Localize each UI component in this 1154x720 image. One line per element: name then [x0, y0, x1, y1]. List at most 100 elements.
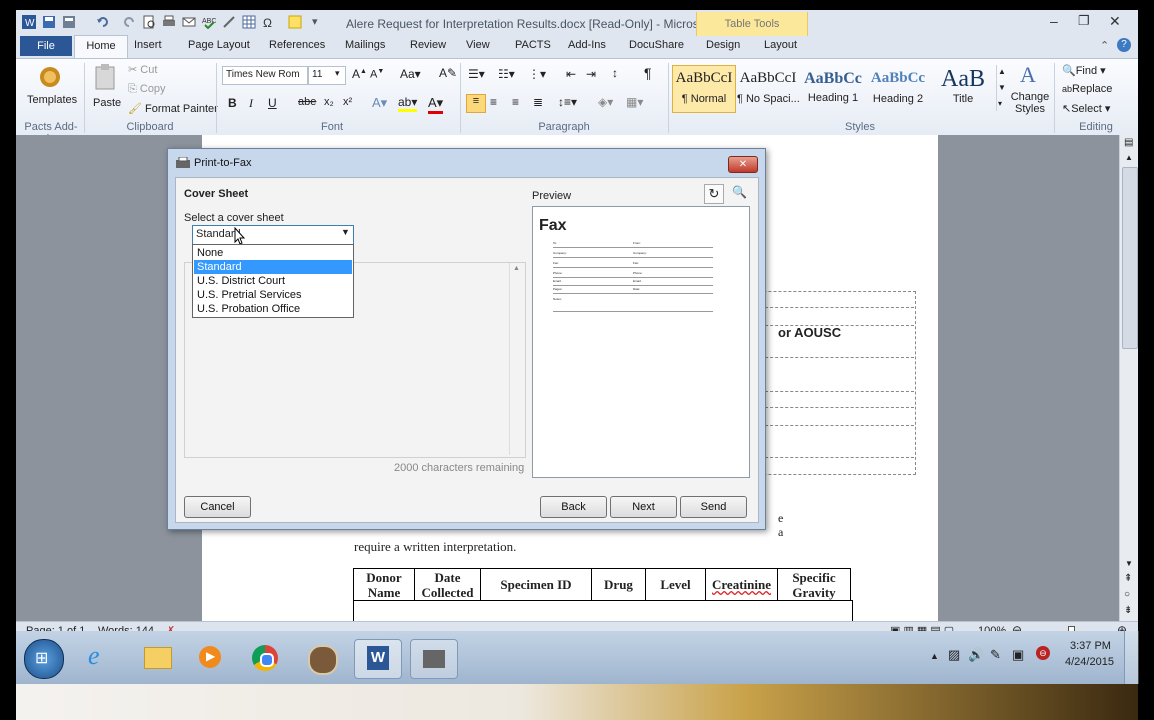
vertical-scrollbar[interactable]: ▤ ▲ ▼ ⇞ ○ ⇟ [1119, 135, 1138, 621]
option-district-court[interactable]: U.S. District Court [194, 274, 352, 288]
quick-print-icon[interactable] [162, 15, 176, 29]
close-window-button[interactable]: ✕ [1109, 13, 1121, 30]
zoom-icon[interactable]: 🔍 [732, 185, 747, 199]
align-left-icon[interactable]: ≡ [466, 94, 486, 113]
spelling-icon[interactable]: ABC [202, 15, 216, 29]
redo-icon[interactable] [122, 15, 136, 29]
align-right-icon[interactable]: ≡ [512, 95, 519, 109]
tab-design[interactable]: Design [706, 39, 740, 51]
paste-button[interactable]: Paste [88, 61, 124, 119]
sort-icon[interactable]: ↕ [612, 66, 618, 80]
sticky-note-icon[interactable] [288, 15, 302, 29]
font-size-combo[interactable]: 11 ▾ [308, 66, 346, 85]
format-painter-button[interactable]: 🖌 Format Painter [128, 102, 218, 115]
scrollbar-thumb[interactable] [1122, 167, 1138, 349]
shrink-font-icon[interactable]: A▼ [370, 68, 384, 81]
change-case-icon[interactable]: Aa▾ [400, 67, 421, 81]
notes-scrollbar[interactable]: ▲ [509, 263, 524, 455]
save-as-icon[interactable] [62, 15, 76, 29]
insert-table-icon[interactable] [242, 15, 256, 29]
network-icon[interactable]: ▣ [1012, 647, 1024, 663]
undo-icon[interactable] [96, 15, 110, 29]
tab-insert[interactable]: Insert [134, 39, 162, 51]
send-button[interactable]: Send [680, 496, 747, 518]
word-app-icon[interactable]: W [22, 15, 36, 29]
clock-date[interactable]: 4/24/2015 [1065, 656, 1114, 668]
symbol-icon[interactable]: Ω [262, 15, 276, 29]
decrease-indent-icon[interactable]: ⇤ [566, 67, 576, 81]
back-button[interactable]: Back [540, 496, 607, 518]
clock-time[interactable]: 3:37 PM [1070, 640, 1111, 652]
fax-app-icon[interactable] [410, 639, 458, 679]
pen-icon[interactable]: ✎ [990, 647, 1001, 663]
tab-mailings[interactable]: Mailings [345, 39, 385, 51]
show-hidden-icons[interactable]: ▲ [930, 651, 939, 661]
tab-file[interactable]: File [20, 36, 72, 56]
tray-app-icon[interactable]: ▨ [948, 647, 960, 663]
line-spacing-icon[interactable]: ↕≡▾ [558, 95, 577, 109]
media-player-icon[interactable]: ▶ [188, 639, 234, 677]
highlight-icon[interactable]: ab▾ [398, 95, 418, 112]
option-standard[interactable]: Standard [194, 260, 352, 274]
font-color-icon[interactable]: A▾ [428, 95, 444, 114]
scroll-down-icon[interactable]: ▼ [1125, 559, 1133, 568]
email-icon[interactable] [182, 15, 196, 29]
multilevel-list-icon[interactable]: ⋮▾ [528, 67, 546, 81]
replace-button[interactable]: abReplace [1062, 83, 1112, 95]
style-no-spacing[interactable]: AaBbCcI ¶ No Spaci... [736, 65, 800, 113]
option-pretrial-services[interactable]: U.S. Pretrial Services [194, 288, 352, 302]
find-button[interactable]: 🔍Find ▾ [1062, 64, 1106, 77]
show-desktop-button[interactable] [1124, 631, 1139, 684]
style-heading-2[interactable]: AaBbCc Heading 2 [866, 65, 930, 113]
print-preview-icon[interactable] [142, 15, 156, 29]
tab-add-ins[interactable]: Add-Ins [568, 39, 606, 51]
option-none[interactable]: None [194, 246, 352, 260]
text-effects-icon[interactable]: A▾ [372, 95, 387, 111]
tab-review[interactable]: Review [410, 39, 446, 51]
styles-gallery-scroll[interactable]: ▲ ▼ ▾ [996, 65, 1007, 111]
tab-pacts[interactable]: PACTS [515, 39, 551, 51]
style-title[interactable]: AaB Title [931, 65, 995, 113]
tab-references[interactable]: References [269, 39, 325, 51]
security-icon[interactable]: ⊖ [1036, 646, 1050, 660]
font-name-combo[interactable]: Times New Rom [222, 66, 308, 85]
tab-view[interactable]: View [466, 39, 490, 51]
style-normal[interactable]: AaBbCcI ¶ Normal [672, 65, 736, 113]
borders-icon[interactable]: ▦▾ [626, 95, 643, 109]
justify-icon[interactable]: ≣ [533, 95, 543, 109]
ruler-toggle-icon[interactable]: ▤ [1124, 137, 1133, 148]
option-probation-office[interactable]: U.S. Probation Office [194, 302, 352, 316]
next-button[interactable]: Next [610, 496, 677, 518]
subscript-icon[interactable]: x₂ [324, 96, 334, 108]
volume-icon[interactable]: 🔊 [968, 647, 984, 663]
cancel-button[interactable]: Cancel [184, 496, 251, 518]
tab-home[interactable]: Home [74, 35, 128, 59]
restore-button[interactable]: ❐ [1078, 13, 1090, 29]
scroll-up-icon[interactable]: ▲ [513, 265, 520, 272]
bold-icon[interactable]: B [228, 96, 237, 110]
select-browse-object-icon[interactable]: ○ [1124, 589, 1130, 600]
help-icon[interactable]: ? [1117, 38, 1131, 52]
tab-page-layout[interactable]: Page Layout [188, 39, 250, 51]
minimize-ribbon-icon[interactable]: ⌃ [1100, 39, 1109, 52]
previous-page-icon[interactable]: ⇞ [1124, 573, 1132, 584]
show-marks-icon[interactable]: ¶ [644, 65, 652, 81]
minimize-button[interactable]: – [1050, 13, 1058, 29]
strikethrough-icon[interactable]: abe [298, 96, 316, 108]
templates-button[interactable]: Templates [20, 61, 80, 119]
cut-button[interactable]: ✂ Cut [128, 63, 157, 76]
shading-icon[interactable]: ◈▾ [598, 95, 613, 109]
clear-formatting-icon[interactable]: A✎ [439, 66, 457, 80]
increase-indent-icon[interactable]: ⇥ [586, 67, 596, 81]
seal-app-icon[interactable] [298, 639, 344, 677]
customize-qat-icon[interactable]: ▾ [312, 15, 318, 28]
grow-font-icon[interactable]: A▲ [352, 67, 367, 81]
underline-icon[interactable]: U [268, 96, 277, 110]
cover-sheet-options-list[interactable]: None Standard U.S. District Court U.S. P… [192, 244, 354, 318]
copy-button[interactable]: ⎘ Copy [128, 83, 166, 96]
cover-sheet-dropdown[interactable]: Standard ▼ [192, 225, 354, 245]
italic-icon[interactable]: I [249, 96, 253, 111]
word-taskbar-icon[interactable]: W [354, 639, 402, 679]
select-button[interactable]: ↖Select ▾ [1062, 102, 1110, 115]
file-explorer-icon[interactable] [134, 639, 180, 677]
